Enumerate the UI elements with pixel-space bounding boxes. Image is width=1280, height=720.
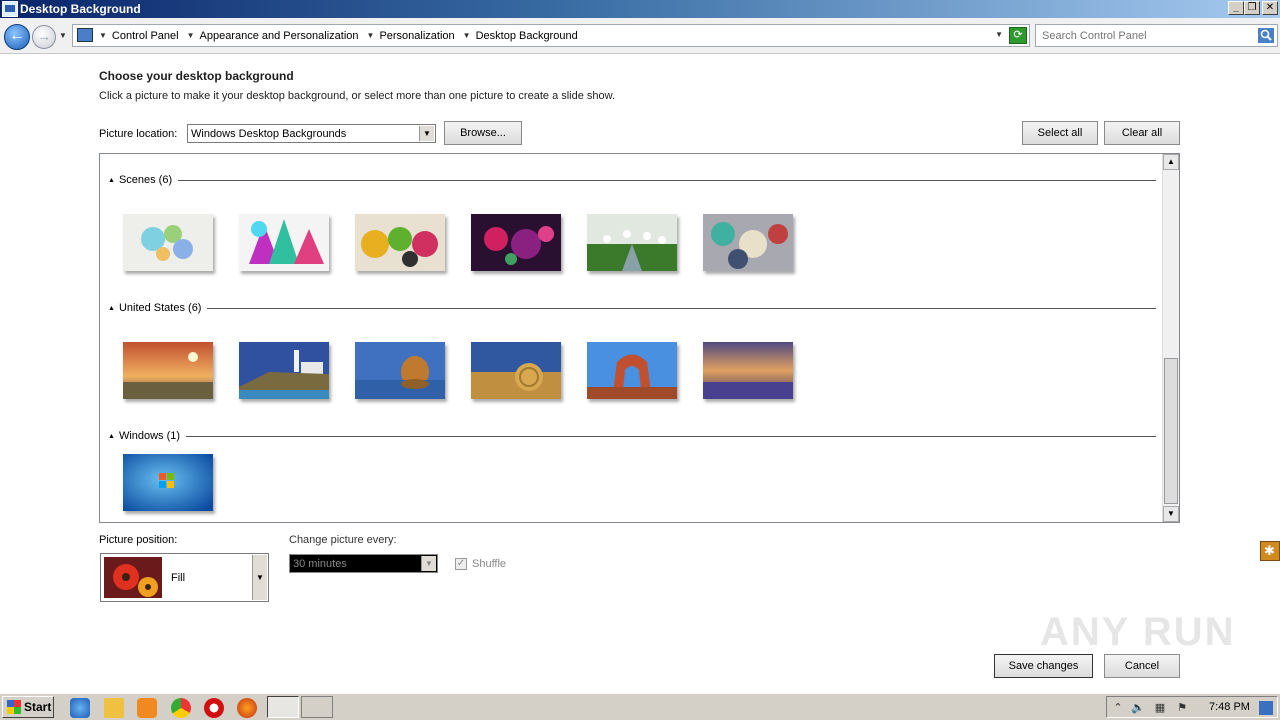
magnifier-icon[interactable] [1258, 28, 1274, 43]
recent-pages-chevron-icon[interactable]: ▼ [59, 31, 67, 40]
scroll-up-arrow-icon[interactable]: ▲ [1163, 154, 1179, 170]
collapse-caret-icon[interactable]: ▲ [108, 433, 115, 440]
internet-explorer-icon[interactable] [70, 698, 90, 718]
wallpaper-gallery[interactable]: ▲ Scenes (6) ▲ United States (6) ▲ Windo… [99, 153, 1180, 523]
picture-position-select[interactable]: Fill ▼ [100, 553, 269, 602]
wallpaper-thumbnail[interactable] [587, 342, 677, 399]
chevron-down-icon[interactable]: ▼ [252, 555, 267, 600]
system-tray: ⌃ 🔈 ▦ ⚑ 7:48 PM [1106, 696, 1278, 718]
chevron-down-icon[interactable]: ▼ [187, 31, 195, 40]
wallpaper-thumbnail[interactable] [355, 342, 445, 399]
control-panel-icon [77, 28, 93, 42]
search-box[interactable] [1035, 24, 1278, 47]
chevron-down-icon[interactable]: ▼ [367, 31, 375, 40]
select-all-button[interactable]: Select all [1022, 121, 1098, 145]
breadcrumb-control-panel[interactable]: Control Panel [112, 30, 179, 42]
picture-position-label: Picture position: [99, 534, 178, 546]
close-button[interactable]: ✕ [1262, 1, 1278, 15]
firefox-icon[interactable] [237, 698, 257, 718]
group-header-scenes[interactable]: ▲ Scenes (6) [108, 173, 1156, 187]
minimize-button[interactable]: _ [1228, 1, 1244, 15]
wallpaper-thumbnail[interactable] [239, 214, 329, 271]
picture-position-value: Fill [171, 572, 186, 584]
opera-icon[interactable] [204, 698, 224, 718]
collapse-caret-icon[interactable]: ▲ [108, 177, 115, 184]
show-desktop-icon[interactable] [1259, 701, 1273, 715]
chrome-icon[interactable] [171, 698, 191, 718]
forward-button[interactable]: → [32, 25, 56, 49]
taskbar-app[interactable] [301, 696, 333, 718]
collapse-caret-icon[interactable]: ▲ [108, 305, 115, 312]
maximize-button[interactable]: ❐ [1244, 1, 1260, 15]
gallery-scrollbar[interactable]: ▲ ▼ [1162, 154, 1179, 522]
taskbar-control-panel[interactable] [267, 696, 299, 718]
picture-location-label: Picture location: [99, 128, 178, 140]
breadcrumb: ▼ Control Panel ▼ Appearance and Persona… [99, 25, 586, 46]
show-hidden-icons-icon[interactable]: ⌃ [1111, 701, 1125, 715]
wallpaper-thumbnail[interactable] [123, 214, 213, 271]
address-dropdown-icon[interactable]: ▼ [995, 30, 1003, 39]
control-panel-icon [2, 1, 18, 17]
wallpaper-thumbnail[interactable] [355, 214, 445, 271]
clock[interactable]: 7:48 PM [1209, 701, 1250, 713]
title-bar: Desktop Background _ ❐ ✕ [0, 0, 1280, 18]
file-explorer-icon[interactable] [104, 698, 124, 718]
page-title: Choose your desktop background [99, 69, 294, 83]
shuffle-label: Shuffle [472, 558, 507, 570]
scrollbar-thumb[interactable] [1164, 358, 1178, 504]
group-header-united-states[interactable]: ▲ United States (6) [108, 301, 1156, 315]
page-description: Click a picture to make it your desktop … [99, 90, 616, 102]
picture-location-select[interactable]: Windows Desktop Backgrounds ▼ [187, 124, 436, 143]
group-header-windows[interactable]: ▲ Windows (1) [108, 429, 1156, 443]
volume-icon[interactable]: 🔈 [1131, 701, 1145, 715]
checkbox-checked-icon[interactable]: ✓ [455, 558, 467, 570]
taskbar: Start ⌃ 🔈 ▦ ⚑ 7:48 PM [0, 693, 1280, 720]
window-title: Desktop Background [20, 2, 141, 16]
gadget-icon[interactable] [1260, 541, 1280, 561]
wallpaper-thumbnail[interactable] [703, 342, 793, 399]
wallpaper-thumbnail[interactable] [123, 454, 213, 511]
back-arrow-icon: ← [9, 27, 25, 44]
address-bar[interactable]: ▼ Control Panel ▼ Appearance and Persona… [72, 24, 1030, 47]
shuffle-checkbox[interactable]: ✓ Shuffle [455, 558, 506, 570]
watermark-logo: ANY RUN [1040, 610, 1236, 654]
clear-all-button[interactable]: Clear all [1104, 121, 1180, 145]
search-input[interactable] [1036, 25, 1256, 46]
chevron-down-icon[interactable]: ▼ [463, 31, 471, 40]
start-button[interactable]: Start [2, 696, 54, 718]
media-player-icon[interactable] [137, 698, 157, 718]
chevron-down-icon[interactable]: ▼ [99, 31, 107, 40]
browse-button[interactable]: Browse... [444, 121, 522, 145]
breadcrumb-personalization[interactable]: Personalization [379, 30, 454, 42]
wallpaper-thumbnail[interactable] [587, 214, 677, 271]
wallpaper-thumbnail[interactable] [471, 342, 561, 399]
breadcrumb-desktop-background[interactable]: Desktop Background [476, 30, 578, 42]
chevron-down-icon[interactable]: ▼ [419, 126, 434, 141]
flower-preview-image [104, 557, 162, 598]
action-center-flag-icon[interactable]: ⚑ [1175, 701, 1189, 715]
back-button[interactable]: ← [4, 24, 30, 50]
wallpaper-thumbnail[interactable] [123, 342, 213, 399]
refresh-icon[interactable]: ⟳ [1009, 27, 1027, 44]
network-icon[interactable]: ▦ [1153, 701, 1167, 715]
wallpaper-thumbnail[interactable] [703, 214, 793, 271]
interval-value: 30 minutes [293, 558, 347, 570]
forward-arrow-icon: → [37, 28, 51, 44]
picture-location-value: Windows Desktop Backgrounds [191, 128, 347, 140]
change-picture-label: Change picture every: [289, 534, 397, 546]
change-picture-interval-select[interactable]: 30 minutes ▼ [289, 554, 438, 573]
cancel-button[interactable]: Cancel [1104, 654, 1180, 678]
save-changes-button[interactable]: Save changes [994, 654, 1093, 678]
wallpaper-thumbnail[interactable] [471, 214, 561, 271]
scroll-down-arrow-icon[interactable]: ▼ [1163, 506, 1179, 522]
breadcrumb-appearance[interactable]: Appearance and Personalization [200, 30, 359, 42]
windows-logo-icon [7, 700, 21, 714]
navigation-bar: ← → ▼ ▼ Control Panel ▼ Appearance and P… [0, 18, 1280, 54]
chevron-down-icon[interactable]: ▼ [421, 556, 436, 571]
wallpaper-thumbnail[interactable] [239, 342, 329, 399]
